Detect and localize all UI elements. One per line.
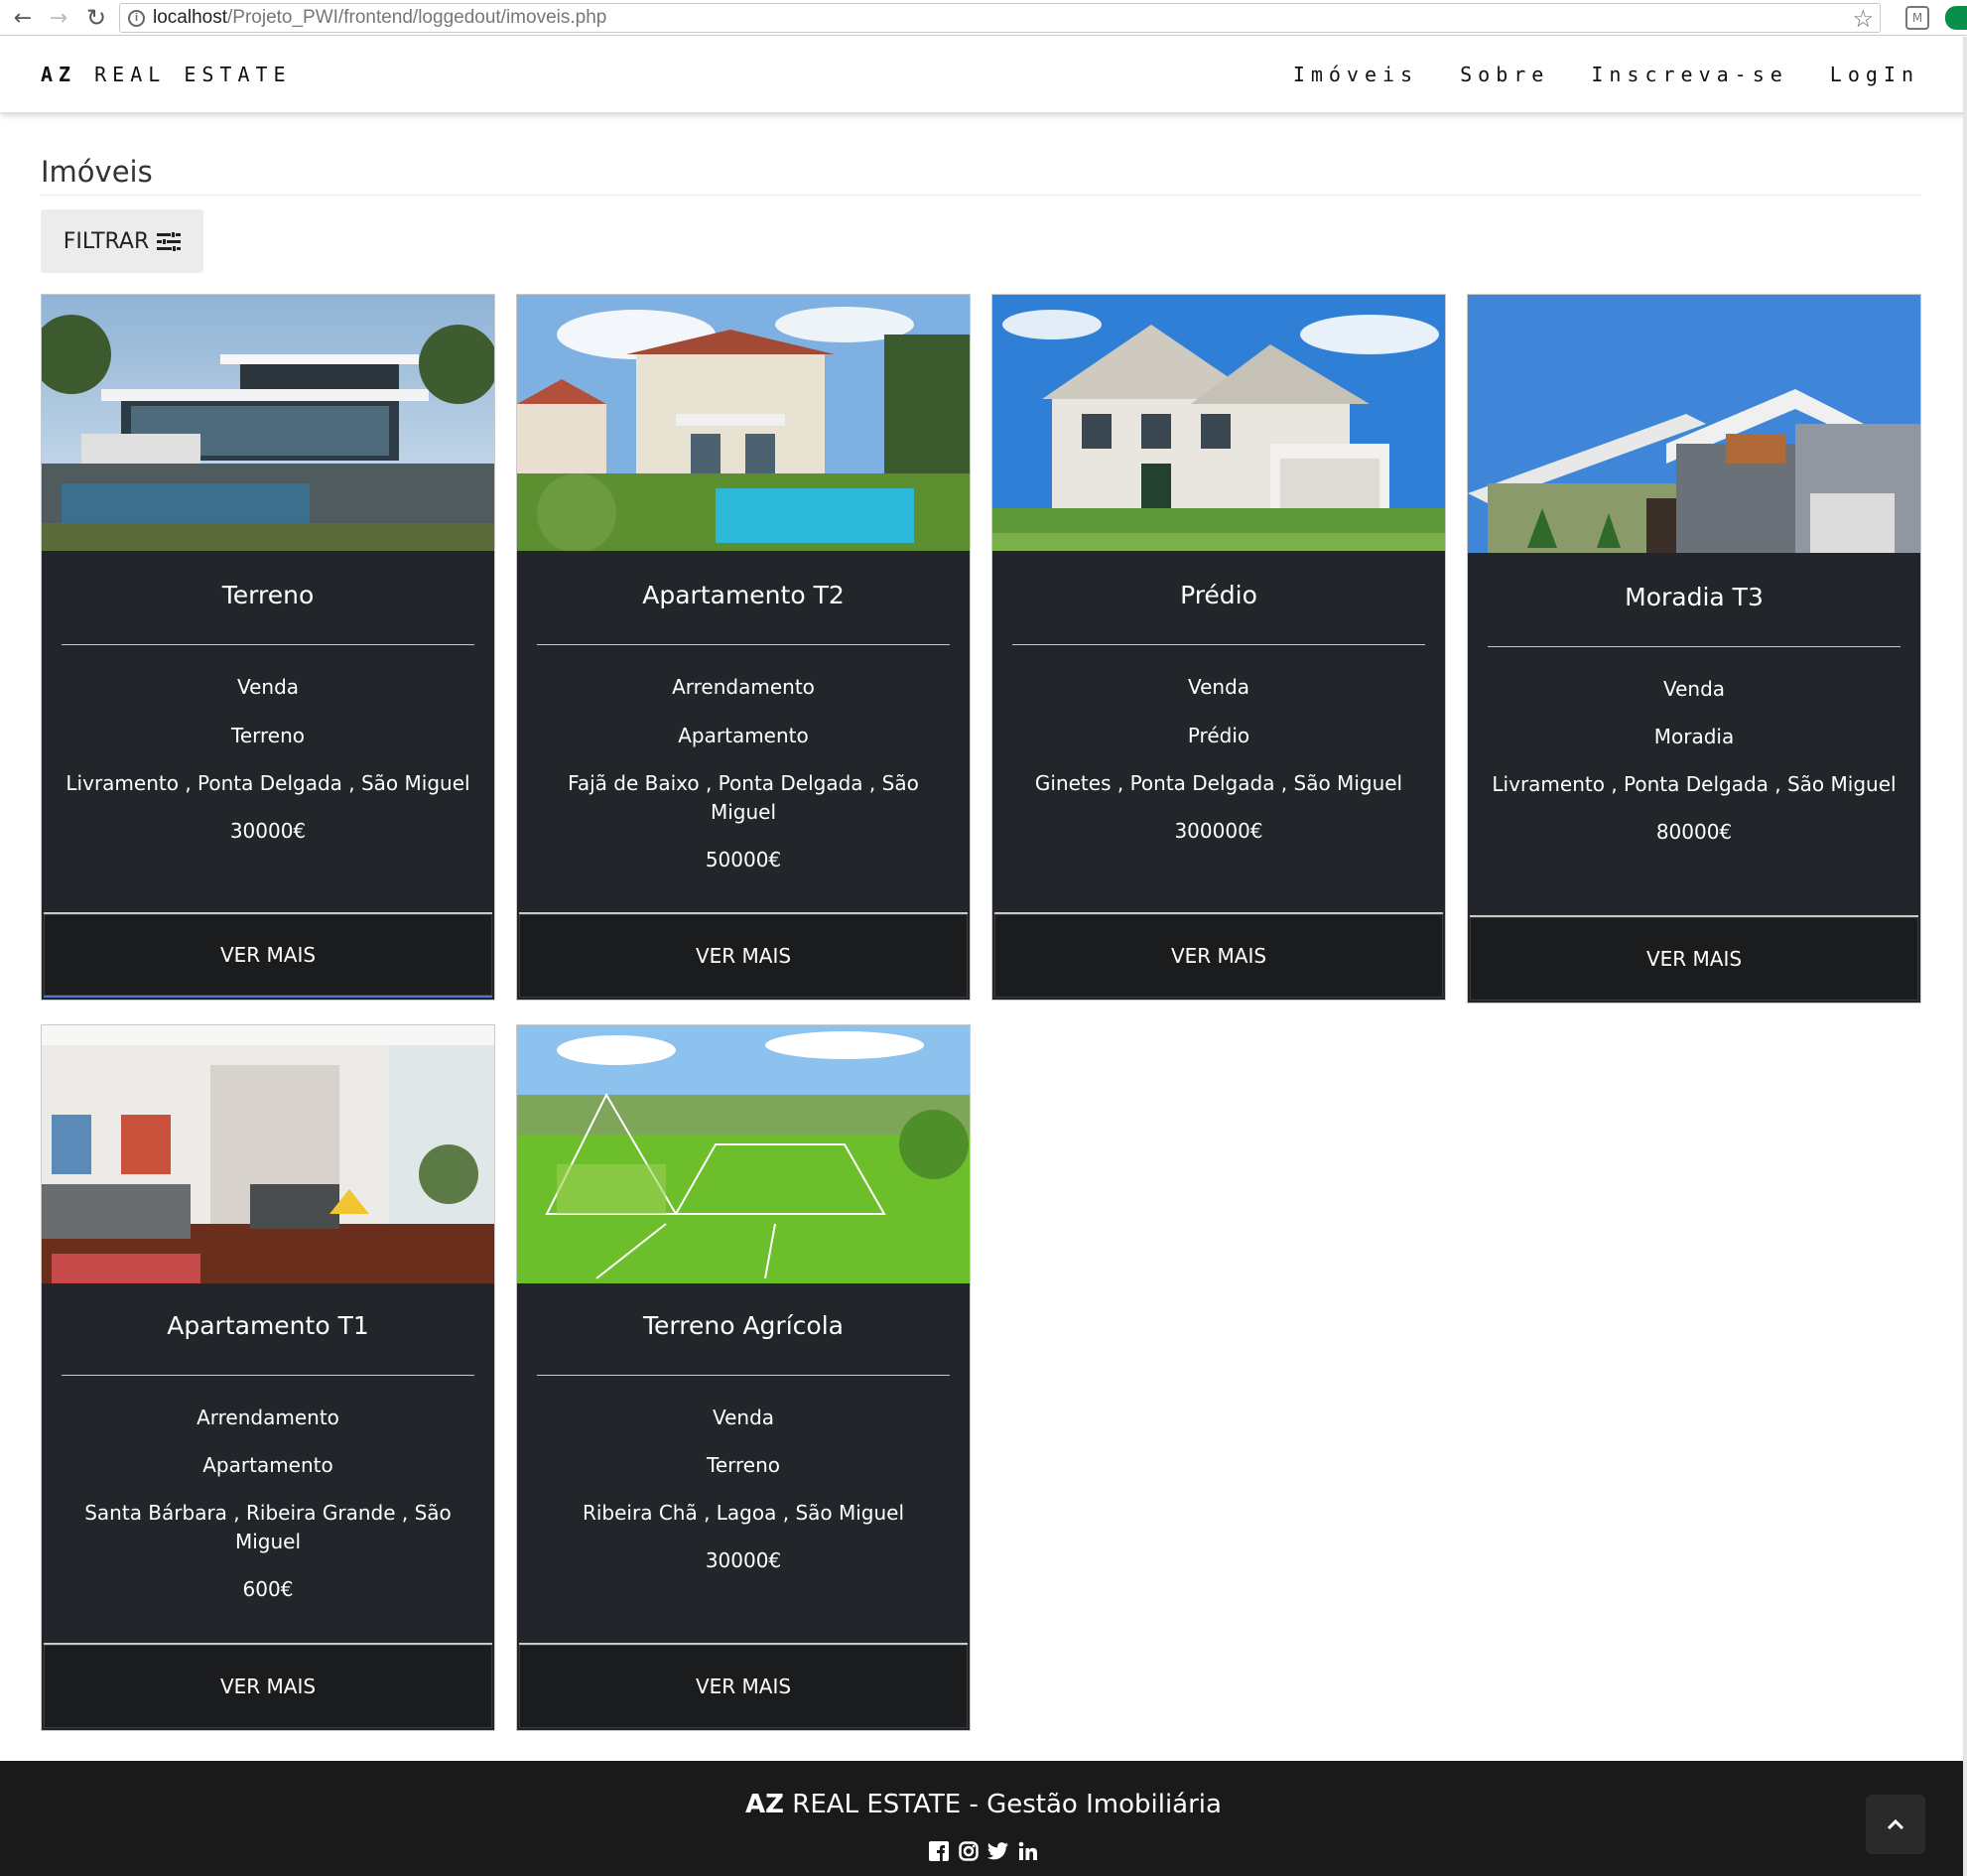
card-divider xyxy=(1012,644,1425,645)
brand-bold: AZ xyxy=(41,63,77,86)
reload-icon[interactable]: ↻ xyxy=(79,1,113,35)
card-type: Terreno xyxy=(707,1453,780,1477)
ver-mais-button[interactable]: VER MAIS xyxy=(44,912,492,998)
linkedin-icon[interactable] xyxy=(1017,1840,1039,1862)
chevron-up-icon xyxy=(1887,1818,1904,1830)
card-price: 50000€ xyxy=(705,848,782,871)
property-image-green-field[interactable] xyxy=(517,1025,970,1283)
card-title: Terreno xyxy=(221,581,315,609)
brand-logo[interactable]: AZ REAL ESTATE xyxy=(41,63,292,86)
card-deal: Venda xyxy=(1662,677,1726,701)
card-title: Terreno Agrícola xyxy=(643,1311,844,1340)
property-card: Terreno Venda Terreno Livramento , Ponta… xyxy=(41,294,495,1001)
footer-text: AZ REAL ESTATE - Gestão Imobiliária xyxy=(0,1790,1967,1819)
card-price: 300000€ xyxy=(1174,819,1263,843)
footer-brand-bold: AZ xyxy=(745,1790,785,1819)
ver-mais-button[interactable]: VER MAIS xyxy=(519,1643,968,1728)
card-location: Livramento , Ponta Delgada , São Miguel xyxy=(66,771,470,795)
facebook-icon[interactable] xyxy=(928,1840,950,1862)
nav-imoveis[interactable]: Imóveis xyxy=(1293,63,1418,86)
info-icon[interactable]: i xyxy=(128,9,145,27)
nav-sobre[interactable]: Sobre xyxy=(1460,63,1549,86)
filter-label: FILTRAR xyxy=(63,228,150,254)
forward-icon[interactable]: → xyxy=(42,1,75,35)
card-deal: Venda xyxy=(1187,675,1250,699)
property-card: Apartamento T2 Arrendamento Apartamento … xyxy=(516,294,971,1001)
card-price: 80000€ xyxy=(1655,820,1733,844)
card-price: 600€ xyxy=(242,1577,294,1601)
card-location: Livramento , Ponta Delgada , São Miguel xyxy=(1492,772,1897,796)
address-bar[interactable]: i localhost/Projeto_PWI/frontend/loggedo… xyxy=(119,3,1881,33)
instagram-icon[interactable] xyxy=(958,1840,980,1862)
property-card: Moradia T3 Venda Moradia Livramento , Po… xyxy=(1467,294,1921,1004)
card-location: Fajã de Baixo , Ponta Delgada , São Migu… xyxy=(568,771,919,824)
property-image-modern-house[interactable] xyxy=(1468,295,1920,553)
card-location: Ribeira Chã , Lagoa , São Miguel xyxy=(582,1501,905,1525)
bookmark-star-icon[interactable]: ☆ xyxy=(1852,5,1874,34)
ver-mais-button[interactable]: VER MAIS xyxy=(44,1643,492,1728)
page-title: Imóveis xyxy=(41,155,153,189)
social-links xyxy=(928,1840,1039,1862)
nav-login[interactable]: LogIn xyxy=(1830,63,1919,86)
card-type: Apartamento xyxy=(202,1453,333,1477)
card-price: 30000€ xyxy=(705,1548,782,1572)
site-navbar: AZ REAL ESTATE Imóveis Sobre Inscreva-se… xyxy=(0,37,1967,112)
card-price: 30000€ xyxy=(229,819,307,843)
nav-links: Imóveis Sobre Inscreva-se LogIn xyxy=(1293,63,1919,86)
property-image-house-pool[interactable] xyxy=(517,295,970,551)
card-divider xyxy=(537,1375,950,1376)
browser-toolbar: ← → ↻ i localhost/Projeto_PWI/frontend/l… xyxy=(0,0,1967,36)
card-deal: Arrendamento xyxy=(672,675,815,699)
page-scrollbar[interactable] xyxy=(1963,37,1967,1876)
property-image-modern-villa[interactable] xyxy=(42,295,494,551)
site-footer: AZ REAL ESTATE - Gestão Imobiliária xyxy=(0,1761,1967,1876)
card-deal: Venda xyxy=(236,675,300,699)
ver-mais-button[interactable]: VER MAIS xyxy=(519,912,968,998)
extension-green-icon[interactable] xyxy=(1945,6,1967,30)
card-divider xyxy=(62,1375,474,1376)
scroll-to-top-button[interactable] xyxy=(1866,1795,1925,1854)
card-divider xyxy=(537,644,950,645)
card-title: Moradia T3 xyxy=(1625,583,1764,611)
card-deal: Arrendamento xyxy=(197,1406,339,1429)
url-path: /Projeto_PWI/frontend/loggedout/imoveis.… xyxy=(227,7,607,28)
ver-mais-button[interactable]: VER MAIS xyxy=(1470,915,1918,1001)
property-card: Terreno Agrícola Venda Terreno Ribeira C… xyxy=(516,1024,971,1731)
nav-inscreva-se[interactable]: Inscreva-se xyxy=(1591,63,1787,86)
card-title: Prédio xyxy=(1180,581,1257,609)
card-divider xyxy=(62,644,474,645)
filter-button[interactable]: FILTRAR xyxy=(41,209,203,273)
url-host: localhost xyxy=(153,7,227,28)
card-location: Ginetes , Ponta Delgada , São Miguel xyxy=(1034,771,1403,795)
card-deal: Venda xyxy=(712,1406,775,1429)
extension-icon[interactable]: M xyxy=(1905,6,1929,30)
card-type: Terreno xyxy=(231,724,305,747)
card-location: Santa Bárbara , Ribeira Grande , São Mig… xyxy=(84,1501,452,1553)
brand-rest: REAL ESTATE xyxy=(94,63,292,86)
twitter-icon[interactable] xyxy=(987,1840,1009,1862)
card-type: Moradia xyxy=(1653,725,1735,748)
card-divider xyxy=(1488,646,1901,647)
card-type: Apartamento xyxy=(678,724,809,747)
property-card: Apartamento T1 Arrendamento Apartamento … xyxy=(41,1024,495,1731)
card-type: Prédio xyxy=(1187,724,1250,747)
sliders-icon xyxy=(157,231,182,252)
back-icon[interactable]: ← xyxy=(6,1,40,35)
property-image-white-house[interactable] xyxy=(992,295,1445,551)
card-title: Apartamento T1 xyxy=(167,1311,369,1340)
property-image-living-room[interactable] xyxy=(42,1025,494,1283)
title-divider xyxy=(41,195,1921,196)
ver-mais-button[interactable]: VER MAIS xyxy=(994,912,1443,998)
property-card: Prédio Venda Prédio Ginetes , Ponta Delg… xyxy=(991,294,1446,1001)
card-title: Apartamento T2 xyxy=(642,581,845,609)
footer-brand-rest: REAL ESTATE - Gestão Imobiliária xyxy=(792,1790,1222,1819)
